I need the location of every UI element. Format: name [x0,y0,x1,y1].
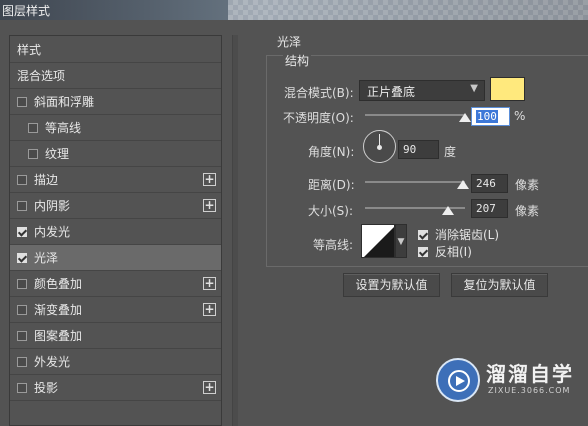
opacity-unit: % [514,109,526,123]
sidebar-item-label: 光泽 [34,251,59,265]
add-icon[interactable]: + [203,303,216,316]
sidebar-item[interactable]: 内阴影 + [10,193,221,219]
angle-input[interactable]: 90 [398,140,439,159]
distance-input[interactable]: 246 [471,174,508,193]
angle-dial[interactable] [363,130,396,163]
checkbox-icon[interactable] [17,356,27,367]
make-default-button[interactable]: 设置为默认值 [343,273,440,297]
checkbox-icon[interactable] [28,122,38,133]
add-icon[interactable]: + [203,277,216,290]
checkbox-icon[interactable] [17,278,27,289]
checkbox-icon[interactable] [17,252,27,263]
contour-label: 等高线: [313,238,354,252]
sidebar-item[interactable]: 颜色叠加 + [10,271,221,297]
title-bar: 图层样式 [0,0,588,20]
sidebar-item[interactable]: 图案叠加 [10,323,221,349]
sidebar-item-label: 渐变叠加 [34,303,83,317]
size-label: 大小(S): [308,204,354,218]
distance-label: 距离(D): [308,178,355,192]
panel-divider [232,35,238,426]
anti-alias-label: 消除锯齿(L) [435,228,500,242]
opacity-slider-track[interactable] [365,114,465,116]
sidebar-item-label: 纹理 [45,147,70,161]
checkbox-icon[interactable] [17,96,27,107]
opacity-input[interactable]: 100 [471,107,510,126]
checkbox-icon[interactable] [17,174,27,185]
distance-slider-thumb[interactable] [457,180,470,189]
add-icon[interactable]: + [203,173,216,186]
add-icon[interactable]: + [203,381,216,394]
anti-alias-checkbox[interactable]: 消除锯齿(L) [418,226,499,243]
distance-unit: 像素 [515,178,540,192]
sidebar-item-label: 等高线 [45,121,82,135]
sidebar-item[interactable]: 投影 + [10,375,221,401]
sidebar-item[interactable]: 混合选项 [10,63,221,89]
distance-slider-track[interactable] [365,181,465,183]
sidebar-item-label: 描边 [34,173,59,187]
sidebar-item-label: 斜面和浮雕 [34,95,95,109]
sidebar-item-label: 内发光 [34,225,71,239]
style-list: 样式混合选项斜面和浮雕等高线纹理描边 + 内阴影 + 内发光光泽颜色叠加 + 渐变叠加 + 图案… [9,35,222,426]
checkbox-icon[interactable] [17,330,27,341]
watermark-name: 溜溜自学 [486,362,574,386]
sidebar-item[interactable]: 内发光 [10,219,221,245]
blend-mode-label: 混合模式(B): [284,86,354,100]
sidebar-item[interactable]: 纹理 [10,141,221,167]
sidebar-item[interactable]: 光泽 [10,245,221,271]
watermark-url: ZIXUE.3066.COM [488,386,571,395]
sidebar-item-label: 图案叠加 [34,329,83,343]
invert-checkbox[interactable]: 反相(I) [418,243,472,260]
sidebar-item-label: 混合选项 [17,69,66,83]
contour-curve-icon [364,227,394,257]
opacity-slider-thumb[interactable] [459,113,471,122]
size-unit: 像素 [515,204,540,218]
sidebar-item-label: 样式 [17,43,42,57]
checkbox-icon[interactable] [17,226,27,237]
sidebar-item-label: 颜色叠加 [34,277,83,291]
opacity-label: 不透明度(O): [283,111,354,125]
sidebar-item[interactable]: 样式 [10,37,221,63]
sidebar-item-label: 内阴影 [34,199,71,213]
size-input[interactable]: 207 [471,199,508,218]
size-slider-thumb[interactable] [441,206,454,215]
structure-title: 结构 [283,52,312,69]
reset-default-button[interactable]: 复位为默认值 [451,273,548,297]
invert-check-icon [418,246,428,257]
sidebar-item-label: 投影 [34,381,59,395]
checkbox-icon[interactable] [17,304,27,315]
checkbox-icon[interactable] [17,200,27,211]
blend-mode-value: 正片叠底 [367,85,416,99]
invert-label: 反相(I) [435,245,472,259]
canvas-preview-strip [228,0,588,20]
sidebar-item[interactable]: 等高线 [10,115,221,141]
chevron-down-icon: ▼ [470,83,478,94]
add-icon[interactable]: + [203,199,216,212]
window-title: 图层样式 [2,4,51,18]
blend-mode-select[interactable]: 正片叠底 ▼ [359,80,485,101]
sidebar-item[interactable]: 渐变叠加 + [10,297,221,323]
contour-preview[interactable] [361,224,395,258]
sidebar-item[interactable]: 斜面和浮雕 [10,89,221,115]
play-icon [436,358,480,402]
angle-unit: 度 [444,145,457,159]
angle-dial-center [377,145,382,150]
checkbox-icon[interactable] [28,148,38,159]
sidebar-item[interactable]: 描边 + [10,167,221,193]
anti-alias-check-icon [418,229,428,240]
angle-label: 角度(N): [308,145,355,159]
contour-dropdown-button[interactable]: ▼ [395,224,407,258]
satin-color-swatch[interactable] [490,77,525,101]
checkbox-icon[interactable] [17,382,27,393]
sidebar-item[interactable]: 外发光 [10,349,221,375]
satin-group-title: 光泽 [277,35,302,49]
watermark-logo: 溜溜自学 ZIXUE.3066.COM [436,350,588,414]
sidebar-item-label: 外发光 [34,355,71,369]
